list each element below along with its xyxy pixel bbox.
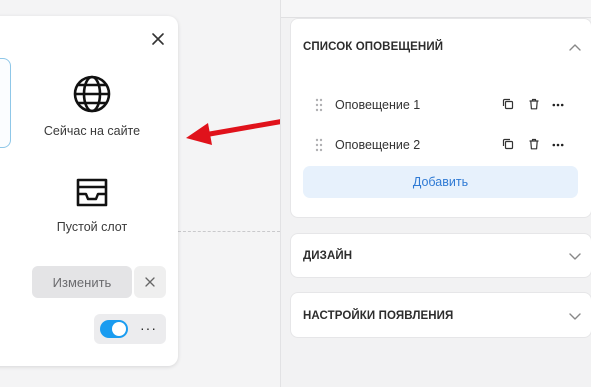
add-notification-button[interactable]: Добавить xyxy=(303,166,578,198)
list-item[interactable]: Оповещение 1 xyxy=(291,95,591,115)
canvas-area: Сейчас на сайте Пустой слот Изменить ··· xyxy=(0,0,310,387)
copy-icon[interactable] xyxy=(502,138,514,150)
dashed-divider xyxy=(178,231,280,232)
chevron-down-icon[interactable] xyxy=(567,248,583,264)
toggle-knob xyxy=(112,322,126,336)
trash-icon[interactable] xyxy=(528,98,540,110)
slot-current-label: Сейчас на сайте xyxy=(43,124,141,138)
edit-button[interactable]: Изменить xyxy=(32,266,132,298)
globe-icon xyxy=(73,75,111,113)
close-icon[interactable] xyxy=(149,30,167,48)
copy-icon[interactable] xyxy=(502,98,514,110)
chevron-down-icon[interactable] xyxy=(567,308,583,324)
notification-label: Оповещение 2 xyxy=(335,138,421,152)
more-icon[interactable] xyxy=(552,143,564,147)
slot-current[interactable]: Сейчас на сайте xyxy=(28,74,156,138)
inbox-icon xyxy=(76,178,108,207)
trash-icon[interactable] xyxy=(528,138,540,150)
section-design-title: ДИЗАЙН xyxy=(303,250,353,262)
settings-panel: СПИСОК ОПОВЕЩЕНИЙ Оповещение 1 Оповещени… xyxy=(280,0,591,387)
remove-button[interactable] xyxy=(134,266,166,298)
widget-card: Сейчас на сайте Пустой слот Изменить ··· xyxy=(0,16,178,366)
more-icon[interactable] xyxy=(552,103,564,107)
section-notifications-title[interactable]: СПИСОК ОПОВЕЩЕНИЙ xyxy=(303,41,443,53)
section-appearance[interactable]: НАСТРОЙКИ ПОЯВЛЕНИЯ xyxy=(290,292,591,338)
slot-empty[interactable]: Пустой слот xyxy=(28,174,156,234)
notification-label: Оповещение 1 xyxy=(335,98,421,112)
section-notifications: СПИСОК ОПОВЕЩЕНИЙ Оповещение 1 Оповещени… xyxy=(290,18,591,218)
drag-handle-icon[interactable] xyxy=(315,138,323,152)
close-icon xyxy=(145,277,155,287)
slot-empty-label: Пустой слот xyxy=(56,220,128,234)
section-design[interactable]: ДИЗАЙН xyxy=(290,233,591,278)
slot-preview-panel[interactable] xyxy=(0,58,11,148)
visibility-toggle[interactable] xyxy=(100,320,128,338)
panel-topbar xyxy=(281,0,591,18)
toggle-group: ··· xyxy=(94,314,166,344)
list-item[interactable]: Оповещение 2 xyxy=(291,135,591,155)
chevron-up-icon[interactable] xyxy=(567,40,583,56)
drag-handle-icon[interactable] xyxy=(315,98,323,112)
more-icon[interactable]: ··· xyxy=(140,321,157,335)
section-appearance-title: НАСТРОЙКИ ПОЯВЛЕНИЯ xyxy=(303,310,454,322)
